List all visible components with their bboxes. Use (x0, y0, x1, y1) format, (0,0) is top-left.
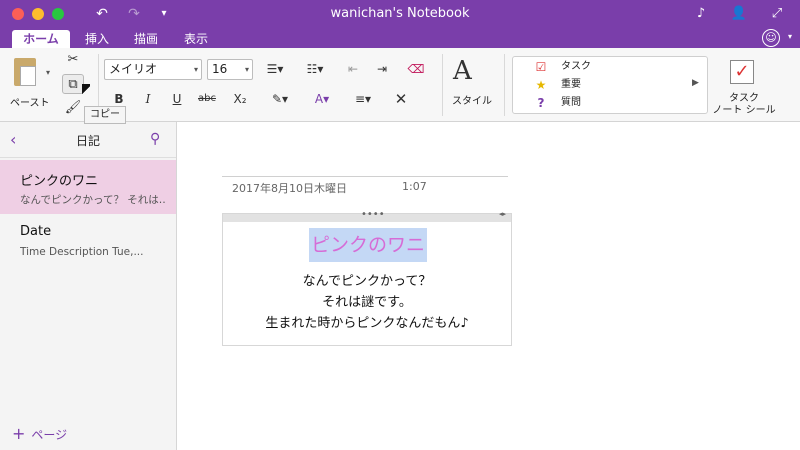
add-page-button[interactable]: + ページ (12, 424, 67, 443)
resize-arrows-icon[interactable]: ◂▸ (499, 210, 506, 218)
bullet-list-button[interactable]: ☰▾ (258, 59, 292, 80)
note-line[interactable]: それは謎です。 (223, 291, 511, 310)
font-size-combo[interactable]: 16 ▾ (207, 59, 253, 80)
tag-item-question[interactable]: 質問 (561, 95, 581, 111)
tag-item-task[interactable]: タスク (561, 59, 591, 75)
note-container-drag-bar[interactable]: •••• ◂▸ (223, 209, 511, 222)
copy-tooltip: コピー (84, 106, 126, 124)
tags-gallery[interactable]: ☑ タスク ★ 重要 ? 質問 (512, 56, 708, 114)
scissors-icon[interactable]: ✂ (62, 50, 84, 70)
star-icon: ★ (535, 78, 547, 92)
ribbon-tabs: ホーム 挿入 描画 表示 ☺ ▾ (0, 28, 800, 48)
note-title-text[interactable]: ピンクのワニ (309, 228, 428, 262)
search-icon[interactable]: ⚲ (150, 131, 160, 147)
title-underline (222, 176, 508, 177)
tag-item-important[interactable]: 重要 (561, 77, 581, 93)
title-bar: ↶ ↷ ▾ wanichan's Notebook ♪ 👤 ⤢ (0, 0, 800, 28)
styles-button-label[interactable]: スタイル (452, 92, 492, 107)
chevron-down-icon[interactable]: ▾ (788, 32, 792, 41)
font-size-value: 16 (212, 62, 228, 76)
ribbon-separator (442, 54, 443, 116)
todo-tag-button-label[interactable]: タスク ノート シール (712, 93, 776, 117)
highlight-color-button[interactable]: ✎▾ (262, 88, 298, 110)
format-painter-icon[interactable]: 🖌 (62, 98, 84, 118)
copy-button[interactable]: ⧉ (62, 74, 84, 94)
page-title: Date (20, 224, 52, 239)
drag-handle-icon[interactable]: •••• (361, 209, 385, 220)
fullscreen-icon[interactable]: ⤢ (766, 4, 788, 24)
increase-indent-button[interactable]: ⇥ (369, 59, 395, 80)
page-date: 2017年8月10日木曜日 (232, 182, 347, 195)
add-page-label: ページ (31, 428, 68, 442)
paste-button-label[interactable]: ペースト (10, 94, 50, 109)
page-snippet: なんでピンクかって？ それは… (20, 194, 166, 206)
font-name-value: メイリオ (109, 62, 158, 76)
font-color-button[interactable]: A▾ (304, 88, 340, 110)
note-canvas[interactable]: 2017年8月10日木曜日 1:07 •••• ◂▸ ピンクのワニ なんでピンク… (178, 122, 800, 450)
tags-more-arrow-icon[interactable]: ▶ (692, 78, 699, 88)
share-person-icon[interactable]: 👤 (728, 4, 750, 24)
tab-view[interactable]: 表示 (178, 30, 214, 48)
tab-home[interactable]: ホーム (12, 30, 70, 48)
clear-formatting-icon[interactable]: ⌫ (402, 59, 430, 80)
underline-button[interactable]: U (166, 88, 188, 110)
todo-tag-label-line2: ノート シール (712, 105, 776, 116)
todo-tag-checkbox-icon[interactable]: ✓ (730, 60, 754, 84)
pages-pane: ‹ 日記 ⚲ ピンクのワニ なんでピンクかって？ それは… Date Time … (0, 122, 177, 450)
delete-x-icon[interactable]: ✕ (388, 88, 414, 110)
page-item-date[interactable]: Date Time Description Tue,... (0, 214, 176, 268)
page-item-pink-crocodile[interactable]: ピンクのワニ なんでピンクかって？ それは… (0, 160, 176, 214)
section-header: ‹ 日記 ⚲ (0, 122, 176, 158)
paste-clipboard-icon[interactable] (14, 58, 36, 86)
subscript-button[interactable]: X₂ (225, 88, 255, 110)
chevron-down-icon[interactable]: ▾ (46, 68, 50, 77)
styles-icon[interactable]: A (453, 56, 472, 86)
page-snippet: Time Description Tue,... (20, 246, 144, 258)
window-title: wanichan's Notebook (330, 6, 470, 21)
note-container[interactable]: •••• ◂▸ ピンクのワニ なんでピンクかって？ それは謎です。 生まれた時か… (222, 209, 512, 346)
mouse-pointer-icon (82, 84, 90, 96)
italic-button[interactable]: I (137, 88, 159, 110)
chevron-down-icon[interactable]: ▾ (245, 60, 249, 79)
feedback-smiley-icon[interactable]: ☺ (762, 29, 780, 47)
page-title: ピンクのワニ (20, 174, 99, 189)
strikethrough-button[interactable]: abc (194, 88, 220, 110)
todo-tag-label-line1: タスク (729, 93, 759, 104)
decrease-indent-button[interactable]: ⇤ (340, 59, 366, 80)
tab-draw[interactable]: 描画 (128, 30, 164, 48)
note-line[interactable]: なんでピンクかって？ (223, 270, 511, 289)
page-time: 1:07 (402, 180, 427, 193)
note-line[interactable]: 生まれた時からピンクなんだもん♪ (223, 312, 511, 331)
chevron-down-icon[interactable]: ▾ (194, 60, 198, 79)
paragraph-align-button[interactable]: ≡▾ (346, 88, 380, 110)
checkbox-icon: ☑ (535, 60, 547, 74)
ribbon-separator (504, 54, 505, 116)
question-icon: ? (537, 96, 545, 110)
numbered-list-button[interactable]: ☷▾ (298, 59, 332, 80)
font-name-combo[interactable]: メイリオ ▾ (104, 59, 202, 80)
plus-icon: + (12, 424, 26, 443)
tab-insert[interactable]: 挿入 (80, 30, 114, 48)
onenote-window: ↶ ↷ ▾ wanichan's Notebook ♪ 👤 ⤢ ホーム 挿入 描… (0, 0, 800, 450)
bell-icon[interactable]: ♪ (690, 4, 712, 24)
